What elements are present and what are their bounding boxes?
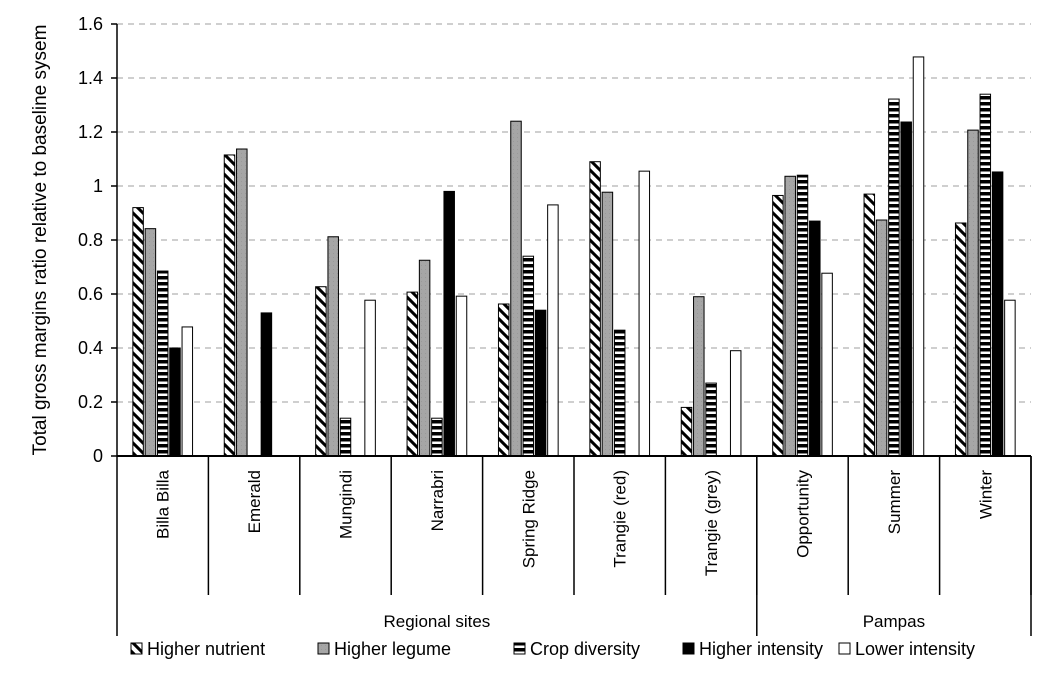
bar-crop-diversity [522,255,535,457]
legend-label: Higher nutrient [147,639,265,659]
bar-higher-intensity [443,190,455,457]
bar-lower-intensity [638,170,651,457]
category-label: Mungindi [337,470,356,539]
bar-higher-legume [784,175,796,457]
bar-higher-legume [327,236,339,457]
bar-higher-intensity [169,347,181,457]
y-tick-label: 0.6 [78,284,103,304]
legend: Higher nutrient Higher legume Crop diversi… [130,639,975,659]
bar-chart: 0 0.2 0.4 0.6 0.8 1 1.2 1.4 1.6 Billa Billa Emera… [30,14,1032,659]
y-axis-title: Total gross margins ratio relative to ba… [30,25,51,456]
group-label: Pampas [863,612,925,631]
bar-higher-nutrient [589,161,601,457]
bar-lower-intensity [821,272,833,457]
bar-lower-intensity [455,295,468,457]
y-tick-label: 0 [93,446,103,466]
bar-higher-nutrient [406,291,419,457]
bar-crop-diversity [796,174,809,457]
bar-higher-legume [875,219,888,457]
bar-higher-legume [693,296,705,457]
bar-higher-intensity [260,312,273,457]
category-label: Emerald [245,470,264,533]
legend-swatch-crop-diversity [513,642,526,655]
bar-lower-intensity [364,299,376,457]
bar-higher-legume [510,120,522,457]
bar-crop-diversity [339,417,352,457]
bar-higher-nutrient [223,154,236,457]
y-tick-label: 1 [93,176,103,196]
bar-higher-nutrient [680,406,693,457]
category-label: Opportunity [794,470,813,558]
bar-higher-intensity [991,171,1004,457]
category-label: Trangie (grey) [702,470,721,576]
bar-higher-intensity [809,220,821,457]
bar-lower-intensity [1004,299,1016,457]
group-label: Regional sites [384,612,491,631]
bar-higher-legume [967,129,979,457]
bar-higher-intensity [534,309,547,457]
bars [132,56,1016,457]
bar-higher-legume [236,148,248,457]
y-tick-label: 1.2 [78,122,103,142]
bar-lower-intensity [729,350,742,457]
bar-lower-intensity [912,56,925,457]
bar-crop-diversity [613,329,626,457]
bar-higher-legume [418,259,431,457]
bar-higher-legume [601,191,614,457]
bar-higher-intensity [900,121,912,457]
bar-crop-diversity [431,417,443,457]
y-tick-label: 0.2 [78,392,103,412]
bar-higher-legume [144,228,157,457]
legend-swatch-higher-intensity [682,642,695,655]
y-tick-label: 1.4 [78,68,103,88]
bar-higher-nutrient [315,286,327,457]
category-label: Narrabri [428,470,447,531]
category-label: Billa Billa [154,469,173,539]
bar-higher-nutrient [863,193,876,457]
bar-higher-nutrient [132,207,144,457]
bar-higher-nutrient [954,222,967,457]
bar-crop-diversity [888,98,900,457]
bar-higher-nutrient [772,194,784,457]
y-tick-label: 0.4 [78,338,103,358]
bar-higher-nutrient [497,303,510,457]
bar-crop-diversity [979,93,992,457]
legend-label: Crop diversity [530,639,640,659]
category-label: Spring Ridge [519,470,538,568]
y-tick-label: 0.8 [78,230,103,250]
legend-label: Lower intensity [855,639,975,659]
bar-crop-diversity [156,270,169,457]
legend-swatch-higher-nutrient [130,642,143,655]
bar-crop-diversity [705,382,717,457]
category-label: Summer [885,470,904,535]
bar-lower-intensity [181,326,194,457]
bar-lower-intensity [547,204,559,457]
legend-label: Higher intensity [699,639,823,659]
category-label: Trangie (red) [611,470,630,568]
legend-swatch-lower-intensity [838,642,851,655]
legend-swatch-higher-legume [317,642,330,655]
category-label: Winter [976,470,995,519]
legend-label: Higher legume [334,639,451,659]
y-tick-labels: 0 0.2 0.4 0.6 0.8 1 1.2 1.4 1.6 [78,14,103,466]
y-tick-label: 1.6 [78,14,103,34]
x-group-labels: Regional sites Pampas [384,612,926,631]
